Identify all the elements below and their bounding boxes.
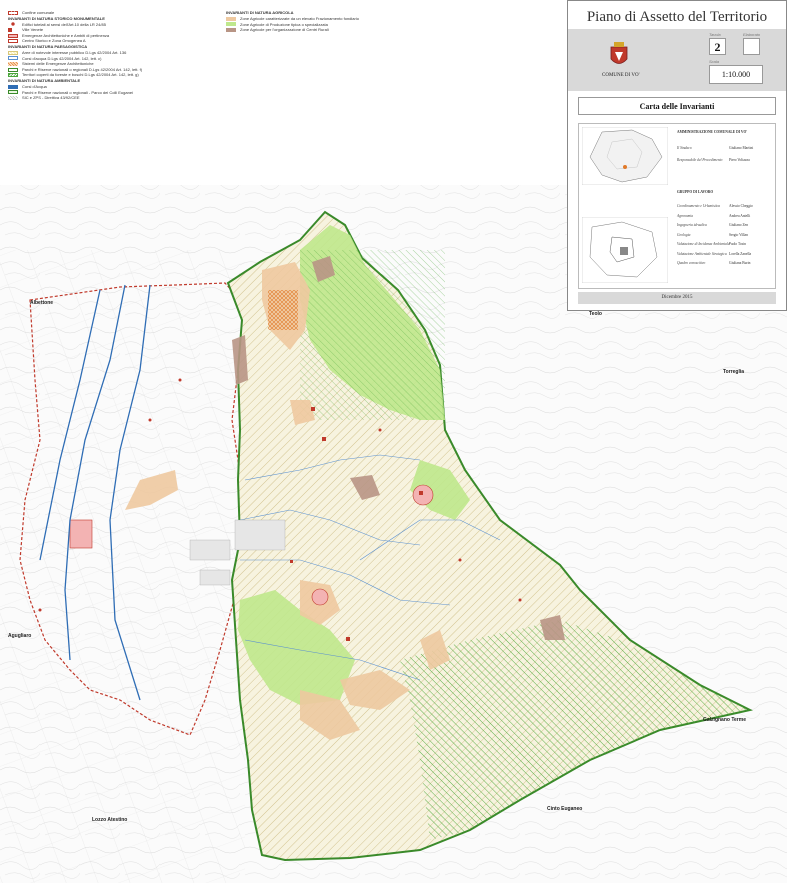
team-member: Alessio Cheggio: [729, 204, 753, 208]
team-member: Sergio Villan: [729, 232, 748, 237]
sindaco-name: Giuliano Martini: [729, 146, 754, 150]
responsabile-label: Responsabile del Procedimento: [677, 158, 723, 162]
sindaco-label: Il Sindaco: [677, 146, 692, 150]
rural-centre-swatch: [226, 27, 236, 32]
comune-name: COMUNE DI VO': [602, 73, 640, 78]
tavola-number: 2: [709, 38, 726, 55]
legend-label: INVARIANTI DI NATURA PAESAGGISTICA: [8, 44, 88, 50]
place-label-albettone: Albettone: [30, 300, 54, 306]
legend-item: SIC e ZPS - Direttiva 43/92/CEE: [8, 95, 223, 101]
map-subtitle: Carta delle Invarianti: [578, 97, 776, 115]
title-block: Piano di Assetto del Territorio COMUNE D…: [567, 0, 787, 311]
tavola-label: Tavola: [709, 32, 721, 37]
team-role: Quadro conoscitivo: [677, 261, 706, 265]
boundary-swatch: [8, 10, 18, 15]
scala-label: Scala: [709, 59, 720, 64]
elaborato-label: Elaborato: [743, 32, 761, 37]
place-label-teolo: Teolo: [589, 311, 602, 317]
watercourse-outline-swatch: [8, 56, 18, 61]
place-label-agugliaro: Agugliaro: [8, 633, 32, 639]
team-role: Coordinamento e Urbanistica: [677, 204, 720, 208]
legend-label: Zone Agricole per l'organizzazione di Ce…: [240, 27, 329, 33]
place-label-torreglia: Torreglia: [723, 369, 745, 375]
team-member: Giuliana Burin: [729, 261, 751, 265]
team-role: Geologia: [677, 232, 691, 237]
team-role: Valutazione di Incidenza Ambientale: [677, 242, 730, 246]
place-label-lozzo: Lozzo Atestino: [92, 817, 128, 823]
regional-park-swatch: [8, 90, 18, 95]
sic-zps-swatch: [8, 95, 18, 100]
info-panel: AMMINISTRAZIONE COMUNALE DI VO' Il Sinda…: [578, 123, 776, 289]
architectural-emergency-system: [268, 290, 298, 330]
team-role: Agronomia: [677, 213, 694, 218]
municipal-crest-icon: [610, 42, 628, 64]
scale-value: 1:10.000: [709, 65, 763, 84]
villa-swatch: [8, 27, 12, 32]
responsabile-name: Piero Voltazza: [729, 158, 750, 162]
legend-right: INVARIANTI DI NATURA AGRICOLA Zone Agrico…: [226, 10, 426, 33]
legend-label: Confine comunale: [22, 10, 55, 15]
map-title: Piano di Assetto del Territorio: [568, 3, 786, 30]
fragmented-agriculture-swatch: [226, 16, 236, 21]
team-member: Giuliano Zen: [729, 223, 749, 227]
forest-swatch: [8, 73, 18, 78]
park-outline-swatch: [8, 67, 18, 72]
historic-centre-swatch: [8, 39, 18, 44]
locator-map-province: [582, 217, 668, 283]
plain-fields: [0, 250, 245, 883]
elaborato-number: [743, 38, 760, 55]
place-label-cinto: Cinto Euganeo: [547, 806, 583, 812]
locator-map-region: [582, 127, 668, 185]
emergency-swatch: [8, 33, 18, 38]
plan-date: Dicembre 2015: [578, 292, 776, 304]
gruppo-header: GRUPPO DI LAVORO: [677, 190, 714, 194]
listed-building-swatch: [8, 22, 18, 27]
legend-label: INVARIANTI DI NATURA AGRICOLA: [226, 10, 294, 16]
team-member: Andrea Antelli: [729, 213, 751, 218]
specialized-agriculture-swatch: [226, 22, 236, 27]
public-interest-swatch: [8, 50, 18, 55]
team-role: Valutazione Ambientale Strategica: [677, 251, 727, 256]
legend-item: Zone Agricole per l'organizzazione di Ce…: [226, 27, 426, 33]
place-label-galzignano: Galzignano Terme: [703, 717, 746, 723]
team-member: Lorella Zanella: [729, 251, 752, 256]
team-role: Ingegneria idraulica: [677, 223, 707, 227]
water-swatch: [8, 84, 18, 89]
architectural-system-swatch: [8, 61, 18, 66]
legend-label: Centro Storico e Zona Omogenea A: [22, 38, 86, 44]
legend-label: SIC e ZPS - Direttiva 43/92/CEE: [22, 95, 80, 101]
legend-left: Confine comunale INVARIANTI DI NATURA STO…: [8, 10, 223, 101]
team-member: Paolo Tosin: [729, 242, 746, 246]
legend-label: INVARIANTI DI NATURA STORICO MONUMENTALE: [8, 15, 105, 21]
legend-label: INVARIANTI DI NATURA AMBIENTALE: [8, 78, 81, 84]
legend-label: Territori coperti da foreste e boschi D.…: [22, 72, 139, 78]
amministrazione-header: AMMINISTRAZIONE COMUNALE DI VO': [677, 130, 748, 134]
